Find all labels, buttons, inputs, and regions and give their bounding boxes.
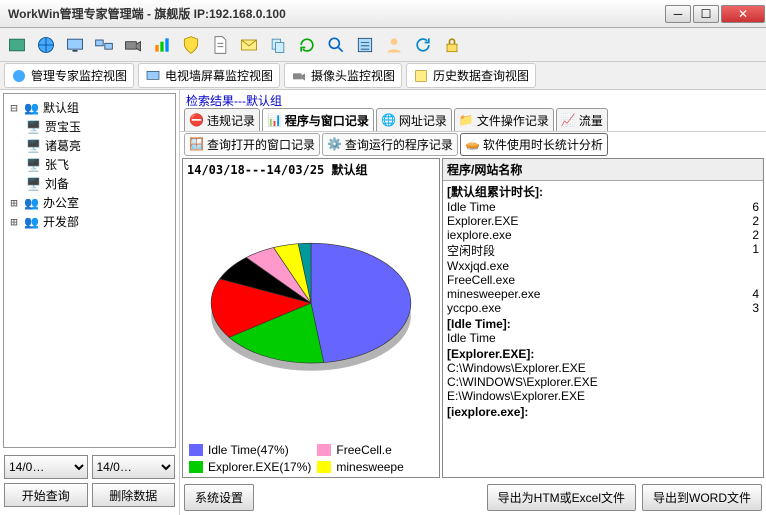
tool-refresh2-icon[interactable]: [410, 32, 436, 58]
expand-icon[interactable]: ⊞: [8, 196, 20, 210]
list-item[interactable]: yccpo.exe3: [443, 301, 763, 315]
list-item[interactable]: C:\Windows\Explorer.EXE: [443, 361, 763, 375]
pc-icon: 🖥️: [26, 158, 41, 172]
minimize-button[interactable]: ─: [665, 5, 691, 23]
folder-icon: 📁: [459, 113, 474, 127]
pc-icon: 🖥️: [26, 120, 41, 134]
start-query-button[interactable]: 开始查询: [4, 483, 88, 507]
tab-fileop[interactable]: 📁文件操作记录: [454, 108, 554, 131]
main-toolbar: [0, 28, 766, 62]
maximize-button[interactable]: ☐: [693, 5, 719, 23]
program-list[interactable]: 程序/网站名称 [默认组累计时长]:Idle Time6Explorer.EXE…: [442, 158, 764, 478]
view-tabs: 管理专家监控视图 电视墙屏幕监控视图 摄像头监控视图 历史数据查询视图: [0, 62, 766, 90]
list-item[interactable]: Idle Time6: [443, 200, 763, 214]
tree-group[interactable]: ⊞👥办公室: [6, 193, 173, 212]
view-tab-monitor[interactable]: 管理专家监控视图: [4, 63, 134, 88]
chart-header: 14/03/18---14/03/25 默认组: [183, 159, 439, 180]
list-group-header: [iexplore.exe]:: [443, 405, 763, 419]
system-settings-button[interactable]: 系统设置: [184, 484, 254, 511]
window-title: WorkWin管理专家管理端 - 旗舰版 IP:192.168.0.100: [8, 5, 664, 22]
collapse-icon[interactable]: ⊟: [8, 101, 20, 115]
tool-search-icon[interactable]: [323, 32, 349, 58]
tool-user-icon[interactable]: [381, 32, 407, 58]
subtab-programs[interactable]: ⚙️查询运行的程序记录: [322, 133, 458, 156]
app-icon: 📊: [267, 113, 282, 127]
tree-child[interactable]: 🖥️张飞: [6, 155, 173, 174]
date-from-select[interactable]: 14/0…: [4, 455, 88, 479]
tool-file-icon[interactable]: [4, 32, 30, 58]
tool-lock-icon[interactable]: [439, 32, 465, 58]
date-to-select[interactable]: 14/0…: [92, 455, 176, 479]
tree-child[interactable]: 🖥️刘备: [6, 174, 173, 193]
chart-panel: 14/03/18---14/03/25 默认组 Idle Time(47%)Fr…: [182, 158, 440, 478]
pie-chart: [183, 180, 439, 439]
list-item[interactable]: minesweeper.exe4: [443, 287, 763, 301]
gear-icon: ⚙️: [327, 137, 342, 151]
tree-group[interactable]: ⊞👥开发部: [6, 212, 173, 231]
tool-globe-icon[interactable]: [33, 32, 59, 58]
list-item[interactable]: E:\Windows\Explorer.EXE: [443, 389, 763, 403]
tree-root[interactable]: ⊟👥默认组: [6, 98, 173, 117]
chart-legend: Idle Time(47%)FreeCell.eExplorer.EXE(17%…: [183, 439, 439, 478]
view-tab-camera[interactable]: 摄像头监控视图: [284, 63, 402, 88]
list-group-header: [默认组累计时长]:: [443, 183, 763, 200]
pc-icon: 🖥️: [26, 177, 41, 191]
users-icon: 👥: [24, 101, 39, 115]
list-group-header: [Explorer.EXE]:: [443, 347, 763, 361]
users-icon: 👥: [24, 196, 39, 210]
list-item[interactable]: iexplore.exe2: [443, 228, 763, 242]
tool-mail-icon[interactable]: [236, 32, 262, 58]
expand-icon[interactable]: ⊞: [8, 215, 20, 229]
tree-child[interactable]: 🖥️贾宝玉: [6, 117, 173, 136]
subtab-windows[interactable]: 🪟查询打开的窗口记录: [184, 133, 320, 156]
tab-violation[interactable]: ⛔违规记录: [184, 108, 260, 131]
tree-child[interactable]: 🖥️诸葛亮: [6, 136, 173, 155]
window-icon: 🪟: [189, 137, 204, 151]
tool-chart-icon[interactable]: [149, 32, 175, 58]
list-item[interactable]: Explorer.EXE2: [443, 214, 763, 228]
group-tree[interactable]: ⊟👥默认组 🖥️贾宝玉 🖥️诸葛亮 🖥️张飞 🖥️刘备 ⊞👥办公室 ⊞👥开发部: [3, 93, 176, 448]
sidebar: ⊟👥默认组 🖥️贾宝玉 🖥️诸葛亮 🖥️张飞 🖥️刘备 ⊞👥办公室 ⊞👥开发部 …: [0, 90, 180, 515]
titlebar: WorkWin管理专家管理端 - 旗舰版 IP:192.168.0.100 ─ …: [0, 0, 766, 28]
bottom-buttons: 系统设置 导出为HTM或Excel文件 导出到WORD文件: [180, 480, 766, 515]
export-word-button[interactable]: 导出到WORD文件: [642, 484, 762, 511]
tool-copy-icon[interactable]: [265, 32, 291, 58]
chart-icon: 📈: [561, 113, 576, 127]
list-header: 程序/网站名称: [443, 159, 763, 181]
list-item[interactable]: C:\WINDOWS\Explorer.EXE: [443, 375, 763, 389]
tool-shield-icon[interactable]: [178, 32, 204, 58]
tool-refresh-icon[interactable]: [294, 32, 320, 58]
pc-icon: 🖥️: [26, 139, 41, 153]
view-tab-history[interactable]: 历史数据查询视图: [406, 63, 536, 88]
content-area: 检索结果---默认组 ⛔违规记录 📊程序与窗口记录 🌐网址记录 📁文件操作记录 …: [180, 90, 766, 515]
export-htm-excel-button[interactable]: 导出为HTM或Excel文件: [487, 484, 636, 511]
sub-tabs: 🪟查询打开的窗口记录 ⚙️查询运行的程序记录 🥧软件使用时长统计分析: [180, 132, 766, 156]
list-item[interactable]: Idle Time: [443, 331, 763, 345]
stop-icon: ⛔: [189, 113, 204, 127]
tab-traffic[interactable]: 📈流量: [556, 108, 608, 131]
tab-url[interactable]: 🌐网址记录: [376, 108, 452, 131]
list-item[interactable]: FreeCell.exe: [443, 273, 763, 287]
list-item[interactable]: 空闲时段1: [443, 242, 763, 259]
list-item[interactable]: Wxxjqd.exe: [443, 259, 763, 273]
pie-icon: 🥧: [465, 137, 480, 151]
users-icon: 👥: [24, 215, 39, 229]
subtab-usage-stats[interactable]: 🥧软件使用时长统计分析: [460, 133, 608, 156]
tool-screens-icon[interactable]: [91, 32, 117, 58]
delete-data-button[interactable]: 删除数据: [92, 483, 176, 507]
tab-program-window[interactable]: 📊程序与窗口记录: [262, 108, 374, 131]
tool-list-icon[interactable]: [352, 32, 378, 58]
view-tab-tvwall[interactable]: 电视墙屏幕监控视图: [138, 63, 280, 88]
tool-doc-icon[interactable]: [207, 32, 233, 58]
close-button[interactable]: ✕: [721, 5, 765, 23]
globe-icon: 🌐: [381, 113, 396, 127]
tool-camera-icon[interactable]: [120, 32, 146, 58]
tool-monitor-icon[interactable]: [62, 32, 88, 58]
record-tabs: ⛔违规记录 📊程序与窗口记录 🌐网址记录 📁文件操作记录 📈流量: [180, 108, 766, 132]
search-result-label: 检索结果---默认组: [180, 90, 766, 108]
list-group-header: [Idle Time]:: [443, 317, 763, 331]
